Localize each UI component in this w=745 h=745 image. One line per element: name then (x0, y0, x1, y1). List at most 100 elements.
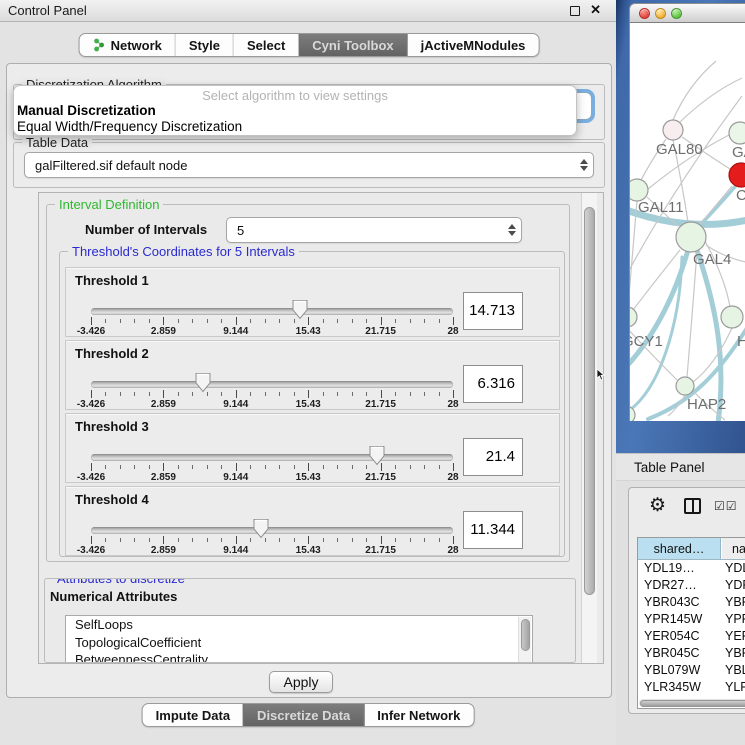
network-node[interactable] (676, 377, 694, 395)
slider-tick-label: 21.715 (365, 399, 396, 410)
slider-tick (134, 319, 135, 323)
tab-style[interactable]: Style (175, 34, 233, 56)
slider-tick (265, 392, 266, 396)
slider-tick (192, 392, 193, 396)
table-row[interactable]: YBR043CYBR0 (638, 594, 745, 611)
zoom-window-icon[interactable] (671, 8, 682, 19)
slider-tick (91, 317, 92, 325)
table-row[interactable]: YBR045CYBR0 (638, 645, 745, 662)
network-node[interactable] (630, 307, 637, 327)
column-header-shared-name[interactable]: shared… (638, 538, 721, 559)
numerical-attributes-list[interactable]: SelfLoopsTopologicalCoefficientBetweenne… (65, 615, 533, 663)
table-row[interactable]: YPR145WYPR1 (638, 611, 745, 628)
network-canvas[interactable]: GAL80GACGAL11GAL4GCY1HHAP2 (629, 23, 745, 421)
slider-tick (134, 392, 135, 396)
network-node-label: C (736, 187, 745, 204)
close-panel-icon[interactable]: ✕ (590, 2, 601, 18)
slider-tick-labels: -3.4262.8599.14415.4321.71528 (91, 472, 453, 484)
threshold-value-input[interactable]: 11.344 (463, 511, 523, 549)
column-layout-icon[interactable] (684, 498, 701, 514)
slider-track[interactable] (91, 308, 453, 315)
attribute-list-item[interactable]: SelfLoops (66, 616, 532, 634)
network-node[interactable] (721, 306, 743, 328)
table-data-combobox[interactable]: galFiltered.sif default node (24, 152, 594, 178)
network-node[interactable] (729, 122, 745, 144)
threshold-slider[interactable]: -3.4262.8599.14415.4321.71528 (91, 445, 453, 484)
tab-select-label: Select (247, 38, 285, 53)
float-panel-icon[interactable] (570, 6, 580, 16)
table-row[interactable]: YDL19…YDL1 (638, 560, 745, 577)
attributes-list-scrollbar-thumb[interactable] (521, 619, 530, 651)
threshold-value-input[interactable]: 14.713 (463, 292, 523, 330)
slider-tick-label: 28 (447, 472, 458, 483)
combobox-arrows-icon (580, 159, 588, 171)
slider-tick (352, 538, 353, 542)
number-of-intervals-label: Number of Intervals (85, 222, 207, 237)
slider-tick (163, 463, 164, 471)
slider-tick-label: 28 (447, 545, 458, 556)
tab-select[interactable]: Select (233, 34, 298, 56)
column-header-name[interactable]: na (721, 538, 745, 559)
slider-tick (439, 319, 440, 323)
minimize-window-icon[interactable] (655, 8, 666, 19)
slider-track[interactable] (91, 454, 453, 461)
slider-tick-labels: -3.4262.8599.14415.4321.71528 (91, 326, 453, 338)
slider-tick (424, 538, 425, 542)
algorithm-option-manual[interactable]: Manual Discretization (14, 103, 576, 119)
network-node[interactable] (729, 163, 745, 187)
select-columns-icons[interactable]: ☑☑ (714, 499, 738, 513)
threshold-label: Threshold 2 (75, 346, 149, 361)
network-node-label: GAL11 (638, 199, 684, 216)
vertical-scrollbar[interactable] (581, 193, 597, 663)
threshold-slider[interactable]: -3.4262.8599.14415.4321.71528 (91, 299, 453, 338)
slider-tick (352, 392, 353, 396)
table-panel-header[interactable]: Table Panel (616, 453, 745, 481)
network-node[interactable] (663, 120, 683, 140)
tab-network[interactable]: Network (80, 34, 175, 56)
slider-tick (236, 463, 237, 471)
table-row[interactable]: YDR27…YDR2 (638, 577, 745, 594)
tab-jactivemnodules[interactable]: jActiveMNodules (407, 34, 539, 56)
tab-impute-data[interactable]: Impute Data (143, 704, 243, 726)
table-panel-title: Table Panel (634, 460, 705, 475)
apply-button[interactable]: Apply (269, 671, 333, 693)
attributes-list-scrollbar[interactable] (518, 617, 531, 663)
number-of-intervals-combobox[interactable]: 5 (226, 217, 522, 243)
network-node-label: HAP2 (687, 396, 726, 413)
threshold-value-input[interactable]: 21.4 (463, 438, 523, 476)
slider-track[interactable] (91, 381, 453, 388)
gear-icon[interactable]: ⚙ (649, 494, 666, 517)
tab-jactivemnodules-label: jActiveMNodules (421, 38, 526, 53)
threshold-slider[interactable]: -3.4262.8599.14415.4321.71528 (91, 372, 453, 411)
network-node[interactable] (630, 179, 648, 201)
attribute-list-item[interactable]: BetweennessCentrality (66, 651, 532, 663)
table-data-combobox-value: galFiltered.sif default node (35, 158, 187, 173)
horizontal-scrollbar[interactable] (639, 699, 745, 707)
vertical-scrollbar-thumb[interactable] (584, 207, 595, 595)
threshold-value-input[interactable]: 6.316 (463, 365, 523, 403)
slider-tick-labels: -3.4262.8599.14415.4321.71528 (91, 399, 453, 411)
attribute-list-item[interactable]: TopologicalCoefficient (66, 634, 532, 652)
network-view-window: GAL80GACGAL11GAL4GCY1HHAP2 (629, 3, 745, 421)
table-row[interactable]: YLR345WYLR3 (638, 679, 745, 696)
horizontal-scrollbar-thumb[interactable] (640, 700, 745, 707)
slider-tick (279, 319, 280, 323)
slider-tick (192, 465, 193, 469)
close-window-icon[interactable] (639, 8, 650, 19)
table-row[interactable]: YBL079WYBL0 (638, 662, 745, 679)
slider-track[interactable] (91, 527, 453, 534)
slider-tick (265, 465, 266, 469)
table-row[interactable]: YER054CYER0 (638, 628, 745, 645)
tab-infer-network[interactable]: Infer Network (363, 704, 473, 726)
slider-tick (395, 319, 396, 323)
tab-discretize-data[interactable]: Discretize Data (243, 704, 363, 726)
network-node[interactable] (676, 222, 706, 252)
threshold-label: Threshold 3 (75, 419, 149, 434)
slider-tick-label: -3.426 (77, 326, 105, 337)
algorithm-option-equal-width[interactable]: Equal Width/Frequency Discretization (14, 119, 576, 135)
threshold-slider[interactable]: -3.4262.8599.14415.4321.71528 (91, 518, 453, 557)
tab-cyni-toolbox[interactable]: Cyni Toolbox (298, 34, 406, 56)
slider-tick (337, 319, 338, 323)
network-node-label: H (737, 333, 745, 350)
network-window-titlebar[interactable] (629, 3, 745, 23)
